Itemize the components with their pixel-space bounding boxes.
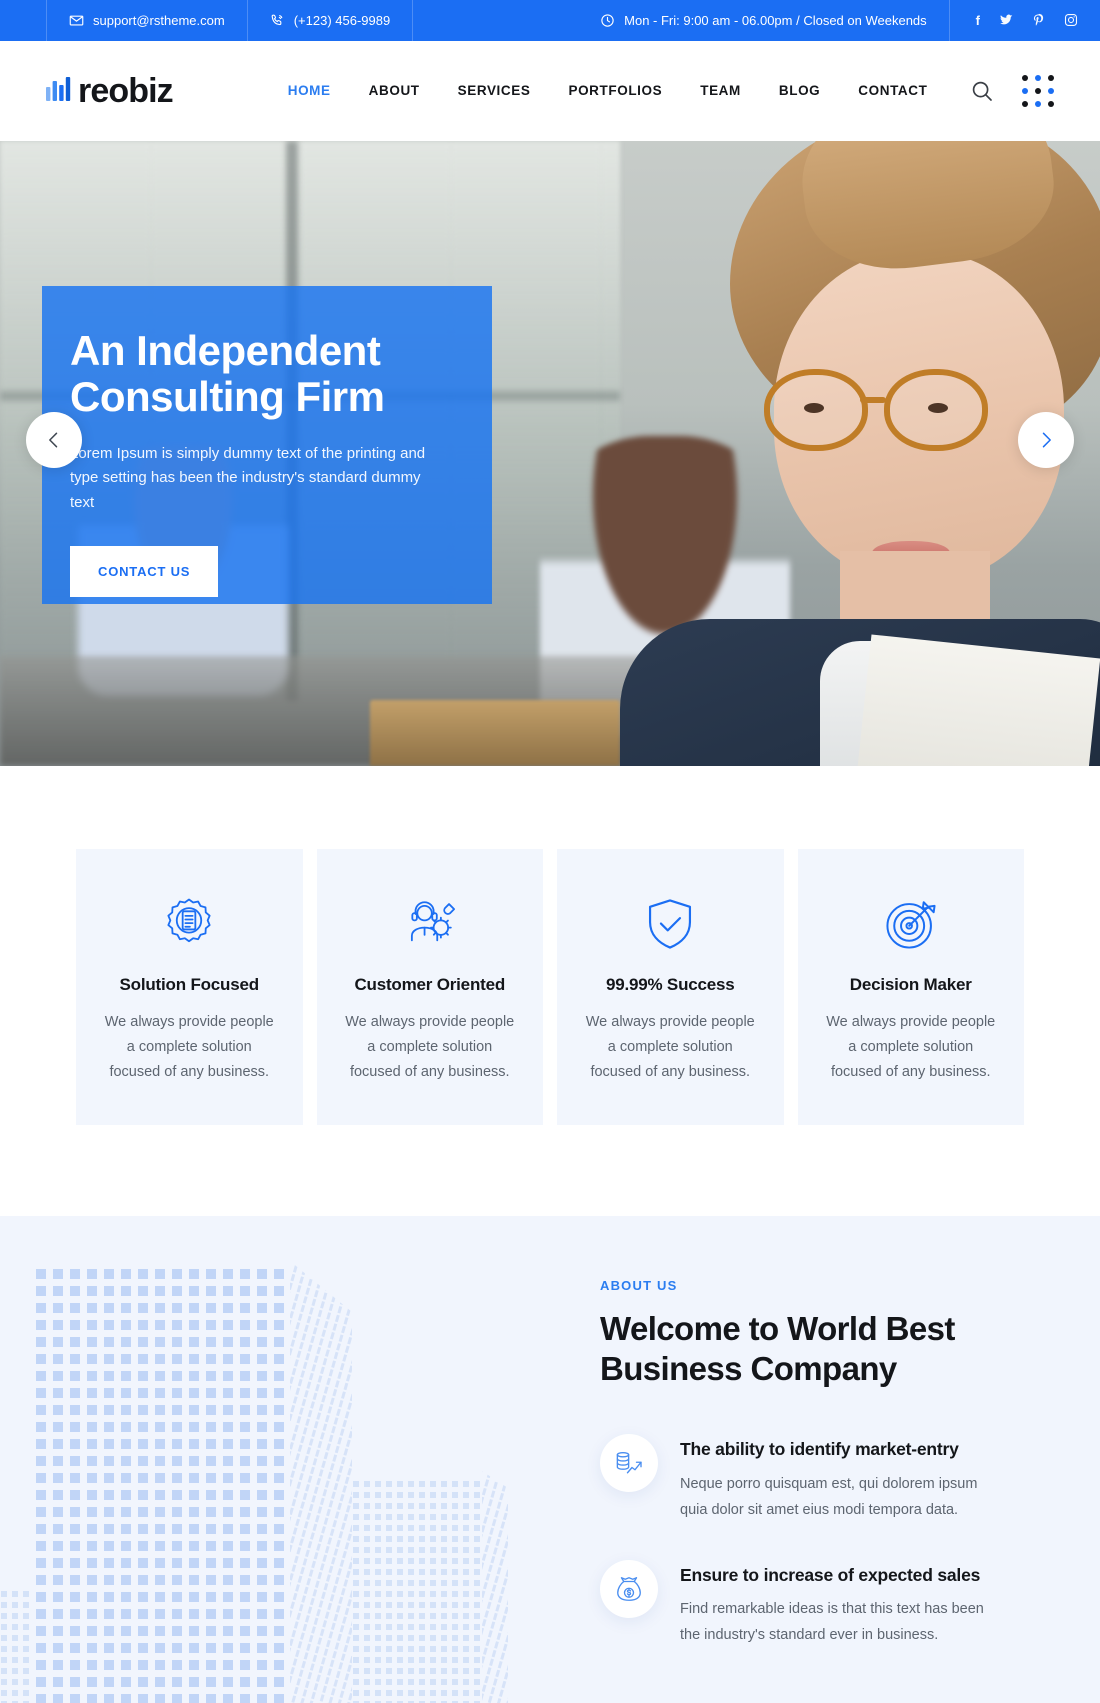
hero-contact-us-button[interactable]: CONTACT US bbox=[70, 545, 219, 597]
grid-menu-icon[interactable] bbox=[1022, 75, 1054, 107]
slider-next-button[interactable] bbox=[1018, 412, 1074, 468]
logo-text: reobiz bbox=[78, 71, 174, 110]
topbar-left-group: support@rstheme.com (+123) 456-9989 bbox=[46, 0, 414, 41]
nav-item-home[interactable]: HOME bbox=[269, 41, 350, 141]
envelope-icon bbox=[69, 13, 84, 28]
about-inner: ABOUT US Welcome to World Best Business … bbox=[0, 1278, 1100, 1685]
feature-text: We always provide people a complete solu… bbox=[585, 1014, 755, 1080]
feature-card[interactable]: Solution Focused We always provide peopl… bbox=[76, 849, 303, 1125]
topbar-hours-group: Mon - Fri: 9:00 am - 06.00pm / Closed on… bbox=[578, 0, 950, 41]
about-item-text: Neque porro quisquam est, qui dolorem ip… bbox=[680, 1476, 978, 1518]
features-section: Solution Focused We always provide peopl… bbox=[0, 766, 1100, 1216]
hero-slider: An Independent Consulting Firm Lorem Ips… bbox=[0, 141, 1100, 766]
gear-document-icon bbox=[102, 891, 277, 957]
topbar: support@rstheme.com (+123) 456-9989 Mon … bbox=[0, 0, 1100, 41]
feature-title: 99.99% Success bbox=[605, 975, 735, 994]
about-eyebrow: ABOUT US bbox=[600, 1277, 678, 1293]
about-title: Welcome to World Best Business Company bbox=[600, 1309, 955, 1388]
search-icon[interactable] bbox=[970, 79, 994, 103]
about-item-text: Find remarkable ideas is that this text … bbox=[680, 1601, 984, 1644]
money-bag-icon bbox=[600, 1559, 658, 1618]
nav-item-blog[interactable]: BLOG bbox=[760, 41, 839, 141]
nav-item-services[interactable]: SERVICES bbox=[439, 41, 550, 141]
feature-text: We always provide people a complete solu… bbox=[104, 1014, 274, 1080]
hero-subtitle: Lorem Ipsum is simply dummy text of the … bbox=[70, 444, 426, 512]
about-list-body: Ensure to increase of expected sales Fin… bbox=[680, 1560, 1008, 1649]
topbar-hours: Mon - Fri: 9:00 am - 06.00pm / Closed on… bbox=[578, 0, 949, 41]
topbar-hours-text: Mon - Fri: 9:00 am - 06.00pm / Closed on… bbox=[624, 13, 927, 28]
feature-text: We always provide people a complete solu… bbox=[826, 1014, 996, 1080]
pinterest-icon[interactable] bbox=[1032, 13, 1045, 29]
bar-chart-logo-icon bbox=[46, 75, 72, 108]
about-item-title: The ability to identify market-entry bbox=[680, 1439, 959, 1460]
target-dart-icon bbox=[824, 891, 999, 957]
nav-item-portfolios[interactable]: PORTFOLIOS bbox=[549, 41, 681, 141]
feature-title: Decision Maker bbox=[849, 975, 972, 994]
site-header: reobiz HOME ABOUT SERVICES PORTFOLIOS TE… bbox=[0, 41, 1100, 141]
feature-card[interactable]: Decision Maker We always provide people … bbox=[797, 849, 1024, 1125]
about-section: ABOUT US Welcome to World Best Business … bbox=[0, 1215, 1100, 1703]
hero-content-card: An Independent Consulting Firm Lorem Ips… bbox=[42, 286, 492, 604]
topbar-social-group: f bbox=[950, 0, 1100, 41]
about-list-item: Ensure to increase of expected sales Fin… bbox=[600, 1559, 1008, 1649]
topbar-email-text: support@rstheme.com bbox=[93, 13, 225, 28]
about-list-body: The ability to identify market-entry Neq… bbox=[680, 1434, 1008, 1523]
nav-item-about[interactable]: ABOUT bbox=[350, 41, 439, 141]
about-illustration-column bbox=[46, 1278, 566, 1685]
slider-prev-button[interactable] bbox=[26, 412, 82, 468]
instagram-icon[interactable] bbox=[1064, 13, 1078, 29]
feature-card[interactable]: Customer Oriented We always provide peop… bbox=[316, 849, 543, 1125]
phone-icon bbox=[270, 13, 285, 28]
twitter-icon[interactable] bbox=[999, 13, 1013, 29]
facebook-icon[interactable]: f bbox=[976, 14, 980, 27]
topbar-phone-text: (+123) 456-9989 bbox=[293, 13, 391, 28]
about-content-column: ABOUT US Welcome to World Best Business … bbox=[566, 1278, 1054, 1685]
nav-item-contact[interactable]: CONTACT bbox=[839, 41, 946, 141]
about-list-item: The ability to identify market-entry Neq… bbox=[600, 1434, 1008, 1523]
growth-chart-coins-icon bbox=[600, 1434, 658, 1493]
support-agent-icon bbox=[343, 891, 518, 957]
divider bbox=[412, 0, 414, 41]
feature-card[interactable]: 99.99% Success We always provide people … bbox=[557, 849, 784, 1125]
topbar-phone-link[interactable]: (+123) 456-9989 bbox=[248, 0, 413, 41]
shield-check-icon bbox=[583, 891, 758, 957]
main-navigation: HOME ABOUT SERVICES PORTFOLIOS TEAM BLOG… bbox=[269, 41, 947, 141]
hero-title: An Independent Consulting Firm bbox=[70, 327, 385, 420]
feature-title: Customer Oriented bbox=[354, 975, 506, 994]
feature-text: We always provide people a complete solu… bbox=[345, 1014, 515, 1080]
header-actions bbox=[970, 75, 1054, 107]
feature-title: Solution Focused bbox=[119, 975, 260, 994]
logo[interactable]: reobiz bbox=[46, 71, 174, 111]
page-root: support@rstheme.com (+123) 456-9989 Mon … bbox=[0, 0, 1100, 1703]
nav-item-team[interactable]: TEAM bbox=[681, 41, 760, 141]
topbar-email-link[interactable]: support@rstheme.com bbox=[47, 0, 247, 41]
clock-icon bbox=[600, 13, 615, 28]
about-item-title: Ensure to increase of expected sales bbox=[680, 1564, 981, 1585]
